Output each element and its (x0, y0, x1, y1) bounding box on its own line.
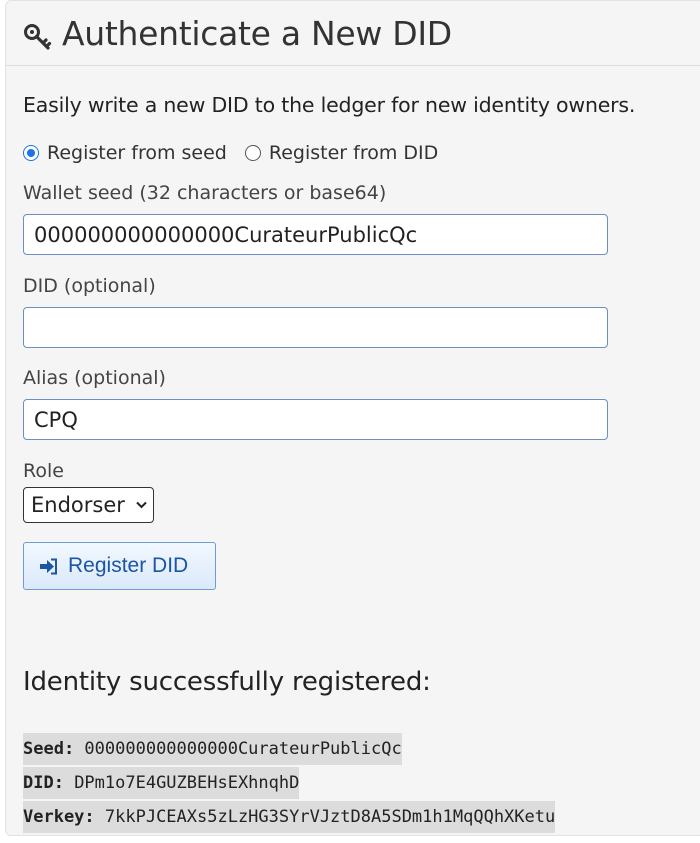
did-input[interactable] (23, 307, 608, 348)
alias-input[interactable] (23, 399, 608, 440)
result-did-key: DID: (23, 773, 75, 793)
role-select[interactable]: Endorser (23, 487, 154, 523)
panel-header: Authenticate a New DID (6, 1, 700, 66)
key-icon (24, 24, 52, 50)
result-seed-row: Seed: 000000000000000CurateurPublicQc (23, 733, 402, 765)
result-verkey-value: 7kkPJCEAXs5zLzHG3SYrVJztD8A5SDm1h1MqQQhX… (104, 807, 556, 827)
chevron-down-icon (136, 501, 147, 509)
wallet-seed-input[interactable] (23, 214, 608, 255)
register-did-button-label: Register DID (68, 554, 189, 577)
wallet-seed-label: Wallet seed (32 characters or base64) (23, 182, 387, 204)
result-verkey-row: Verkey: 7kkPJCEAXs5zLzHG3SYrVJztD8A5SDm1… (23, 801, 556, 833)
radio-register-from-seed[interactable] (23, 145, 39, 161)
result-did-row: DID: DPm1o7E4GUZBEHsEXhnqhD (23, 767, 300, 799)
did-label: DID (optional) (23, 275, 156, 297)
result-seed-key: Seed: (23, 739, 85, 759)
sign-in-icon (40, 558, 57, 574)
result-seed-value: 000000000000000CurateurPublicQc (84, 739, 402, 759)
role-label: Role (23, 460, 64, 482)
register-did-panel: Authenticate a New DID Easily write a ne… (5, 0, 700, 836)
radio-register-from-did[interactable] (244, 145, 261, 161)
success-heading: Identity successfully registered: (23, 667, 431, 697)
radio-label-did[interactable]: Register from DID (269, 142, 438, 164)
result-verkey-key: Verkey: (23, 807, 105, 827)
page-title: Authenticate a New DID (62, 14, 452, 53)
register-did-button[interactable]: Register DID (23, 542, 216, 590)
registration-mode-group: Register from seed Register from DID (23, 141, 456, 165)
alias-label: Alias (optional) (23, 367, 166, 389)
result-did-value: DPm1o7E4GUZBEHsEXhnqhD (74, 773, 300, 793)
radio-label-seed[interactable]: Register from seed (47, 142, 227, 164)
role-select-value: Endorser (31, 493, 125, 517)
intro-text: Easily write a new DID to the ledger for… (23, 93, 636, 117)
